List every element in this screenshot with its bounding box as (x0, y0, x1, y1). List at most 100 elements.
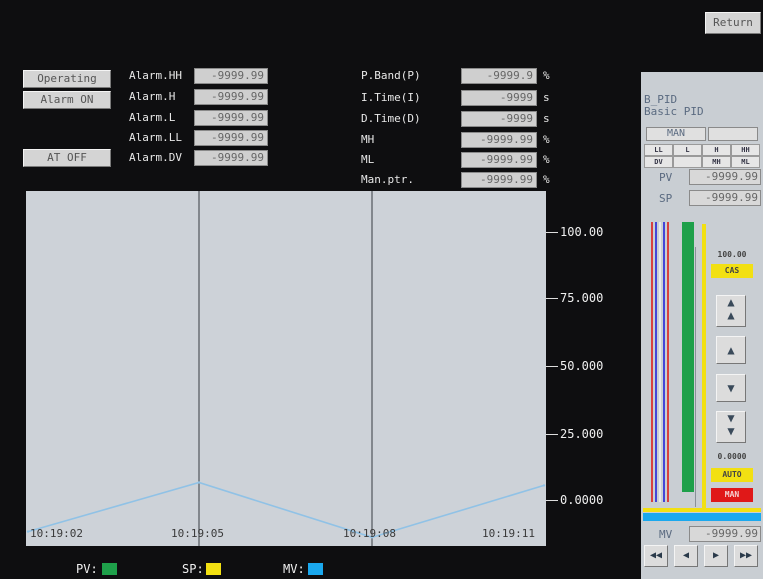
man-button[interactable]: MAN (711, 488, 753, 502)
mv-fast-right-button[interactable]: ▶▶ (734, 545, 758, 567)
d-time-unit: s (543, 112, 550, 125)
bar-scale-line (695, 247, 696, 507)
alarm-dv-label: Alarm.DV (129, 151, 182, 164)
i-time-unit: s (543, 91, 550, 104)
man-ptr-field[interactable]: -9999.99 (461, 172, 537, 188)
alarm-lamp-h: H (702, 144, 731, 156)
alarm-hh-field[interactable]: -9999.99 (194, 68, 268, 84)
series-point (197, 481, 201, 484)
pv-value: -9999.99 (689, 169, 761, 185)
legend-sp-swatch (206, 563, 221, 575)
y-tick-label: 75.000 (560, 291, 604, 305)
alarm-lamp-dv: DV (644, 156, 673, 168)
mv-left-button[interactable]: ◀ (674, 545, 698, 567)
alarm-lamp-l: L (673, 144, 702, 156)
alarm-h-label: Alarm.H (129, 90, 176, 103)
legend-mv-swatch (308, 563, 323, 575)
down-arrow-icon: ▼ (727, 381, 735, 395)
d-time-label: D.Time(D) (361, 112, 421, 125)
bar-low-label: 0.0000 (717, 452, 747, 461)
mv-right-button[interactable]: ▶ (704, 545, 728, 567)
y-tick-mark (546, 500, 558, 501)
mv-value[interactable]: -9999.99 (689, 526, 761, 542)
ml-label: ML (361, 153, 375, 166)
sp-value[interactable]: -9999.99 (689, 190, 761, 206)
y-tick-label: 50.000 (560, 359, 604, 373)
ml-unit: % (543, 153, 550, 166)
double-left-arrow-icon: ◀◀ (649, 550, 663, 561)
y-tick-mark (546, 298, 558, 299)
mh-unit: % (543, 133, 550, 146)
auto-button[interactable]: AUTO (711, 468, 753, 482)
alarm-lamp-mh: MH (702, 156, 731, 168)
bar-line-blue-2 (663, 222, 665, 502)
mv-fast-left-button[interactable]: ◀◀ (644, 545, 668, 567)
up-arrow-icon: ▲ (727, 343, 735, 357)
legend-mv-label: MV: (283, 562, 305, 576)
right-arrow-icon: ▶ (712, 550, 720, 561)
mh-label: MH (361, 133, 375, 146)
y-tick-label: 100.00 (560, 225, 604, 239)
down-button[interactable]: ▼ (716, 374, 746, 402)
bar-line-blue (655, 222, 657, 502)
x-tick-label: 10:19:02 (30, 527, 83, 540)
left-arrow-icon: ◀ (682, 550, 690, 561)
pv-bargraph (682, 222, 694, 492)
operating-button[interactable]: Operating (23, 70, 111, 88)
p-band-label: P.Band(P) (361, 69, 421, 82)
alarm-on-button[interactable]: Alarm ON (23, 91, 111, 109)
double-down-arrow-icon: ▼ ▼ (727, 411, 735, 438)
p-band-field[interactable]: -9999.9 (461, 68, 537, 84)
mv-label: MV (659, 528, 673, 541)
man-ptr-unit: % (543, 173, 550, 186)
at-off-button[interactable]: AT OFF (23, 149, 111, 167)
faceplate-description: Basic PID (644, 105, 704, 118)
alarm-ll-field[interactable]: -9999.99 (194, 130, 268, 146)
mv-bargraph (643, 513, 761, 521)
alarm-hh-label: Alarm.HH (129, 69, 182, 82)
alarm-l-field[interactable]: -9999.99 (194, 110, 268, 126)
fast-up-button[interactable]: ▲ ▲ (716, 295, 746, 327)
mh-field[interactable]: -9999.99 (461, 132, 537, 148)
sp-bargraph (702, 224, 706, 509)
y-tick-label: 0.0000 (560, 493, 604, 507)
bar-line-red-2 (667, 222, 669, 502)
legend-pv-swatch (102, 563, 117, 575)
sp-label: SP (659, 192, 673, 205)
pv-label: PV (659, 171, 673, 184)
y-tick-mark (546, 232, 558, 233)
y-tick-label: 25.000 (560, 427, 604, 441)
d-time-field[interactable]: -9999 (461, 111, 537, 127)
alarm-dv-field[interactable]: -9999.99 (194, 150, 268, 166)
mv-scale-yellow (643, 508, 761, 512)
bar-line-red (651, 222, 653, 502)
man-ptr-label: Man.ptr. (361, 173, 414, 186)
alarm-lamp-hh: HH (731, 144, 760, 156)
x-tick-label: 10:19:11 (482, 527, 535, 540)
return-button[interactable]: Return (705, 12, 761, 34)
p-band-unit: % (543, 69, 550, 82)
pid-faceplate: B_PID Basic PID MAN LL L H HH DV MH ML P… (641, 72, 763, 579)
i-time-field[interactable]: -9999 (461, 90, 537, 106)
mode-indicator: MAN (646, 127, 706, 141)
cas-button[interactable]: CAS (711, 264, 753, 278)
double-right-arrow-icon: ▶▶ (739, 550, 753, 561)
alarm-lamp-blank (673, 156, 702, 168)
bar-line-white (659, 222, 661, 502)
series-line-sp (27, 481, 545, 539)
alarm-ll-label: Alarm.LL (129, 131, 182, 144)
ml-field[interactable]: -9999.99 (461, 152, 537, 168)
bar-high-label: 100.00 (717, 250, 747, 259)
alarm-lamp-ll: LL (644, 144, 673, 156)
mode-indicator-blank (708, 127, 758, 141)
y-tick-mark (546, 366, 558, 367)
i-time-label: I.Time(I) (361, 91, 421, 104)
alarm-h-field[interactable]: -9999.99 (194, 89, 268, 105)
trend-chart-plot (26, 191, 546, 546)
fast-down-button[interactable]: ▼ ▼ (716, 411, 746, 443)
legend-pv-label: PV: (76, 562, 98, 576)
alarm-lamp-ml: ML (731, 156, 760, 168)
double-up-arrow-icon: ▲ ▲ (727, 295, 735, 322)
up-button[interactable]: ▲ (716, 336, 746, 364)
trend-chart: 10:19:02 10:19:05 10:19:08 10:19:11 (26, 191, 546, 546)
